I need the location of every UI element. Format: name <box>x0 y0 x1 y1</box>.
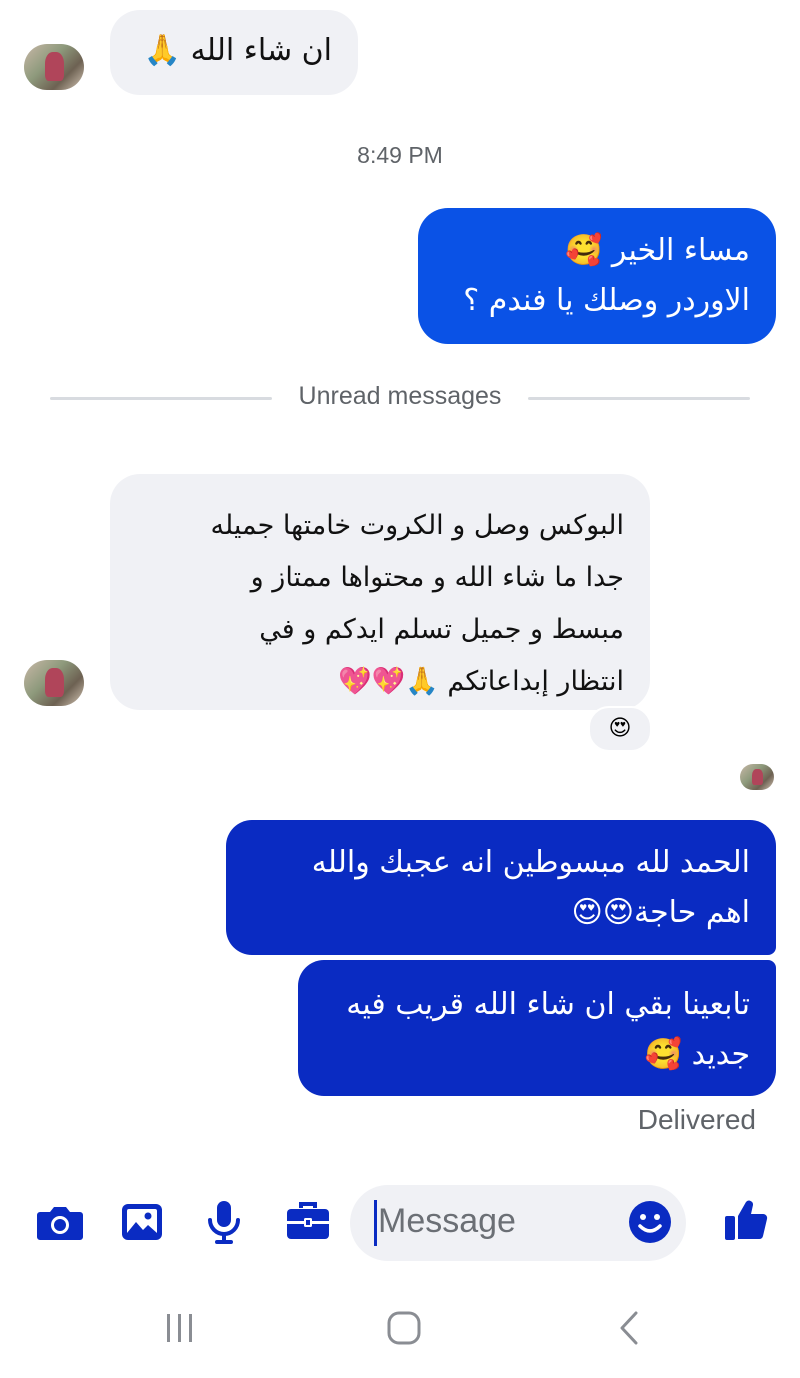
message-text: مبسط و جميل تسلم ايدكم و في <box>259 614 624 645</box>
read-receipt-avatar <box>740 764 774 790</box>
message-reaction[interactable]: 😍 <box>588 706 652 752</box>
message-text: جدا ما شاء الله و محتواها ممتاز و <box>250 562 624 593</box>
message-text: الاوردر وصلك يا فندم ؟ <box>463 283 750 318</box>
message-timestamp: 8:49 PM <box>357 142 443 168</box>
message-text: جديد 🥰 <box>644 1037 750 1072</box>
camera-icon[interactable] <box>34 1196 86 1248</box>
home-icon[interactable] <box>384 1308 424 1352</box>
contact-avatar[interactable] <box>24 44 84 90</box>
thumbs-up-icon[interactable] <box>720 1194 772 1246</box>
message-placeholder: Message <box>378 1202 516 1240</box>
message-text: اهم حاجة😍😍 <box>571 895 750 930</box>
message-text: البوكس وصل و الكروت خامتها جميله <box>210 510 624 541</box>
briefcase-icon[interactable] <box>282 1196 334 1248</box>
recent-apps-icon[interactable] <box>162 1310 198 1350</box>
emoji-icon[interactable] <box>626 1198 674 1246</box>
message-text: انتظار إبداعاتكم 🙏💖💖 <box>337 666 624 697</box>
message-text: مساء الخير 🥰 <box>565 233 750 268</box>
image-icon[interactable] <box>116 1196 168 1248</box>
outgoing-message[interactable]: تابعينا بقي ان شاء الله قريب فيه جديد 🥰 <box>298 960 776 1096</box>
contact-avatar[interactable] <box>24 660 84 706</box>
message-text: تابعينا بقي ان شاء الله قريب فيه <box>346 987 750 1022</box>
message-text: ان شاء الله 🙏 <box>143 33 332 68</box>
outgoing-message[interactable]: الحمد لله مبسوطين انه عجبك والله اهم حاج… <box>226 820 776 955</box>
microphone-icon[interactable] <box>198 1196 250 1248</box>
back-icon[interactable] <box>612 1308 648 1352</box>
unread-divider-label: Unread messages <box>298 382 502 410</box>
outgoing-message[interactable]: مساء الخير 🥰 الاوردر وصلك يا فندم ؟ <box>418 208 776 344</box>
incoming-message[interactable]: ان شاء الله 🙏 <box>110 10 358 95</box>
delivery-status: Delivered <box>637 1104 756 1135</box>
message-text: الحمد لله مبسوطين انه عجبك والله <box>311 845 750 880</box>
incoming-message[interactable]: البوكس وصل و الكروت خامتها جميله جدا ما … <box>110 474 650 710</box>
text-cursor <box>374 1200 377 1246</box>
